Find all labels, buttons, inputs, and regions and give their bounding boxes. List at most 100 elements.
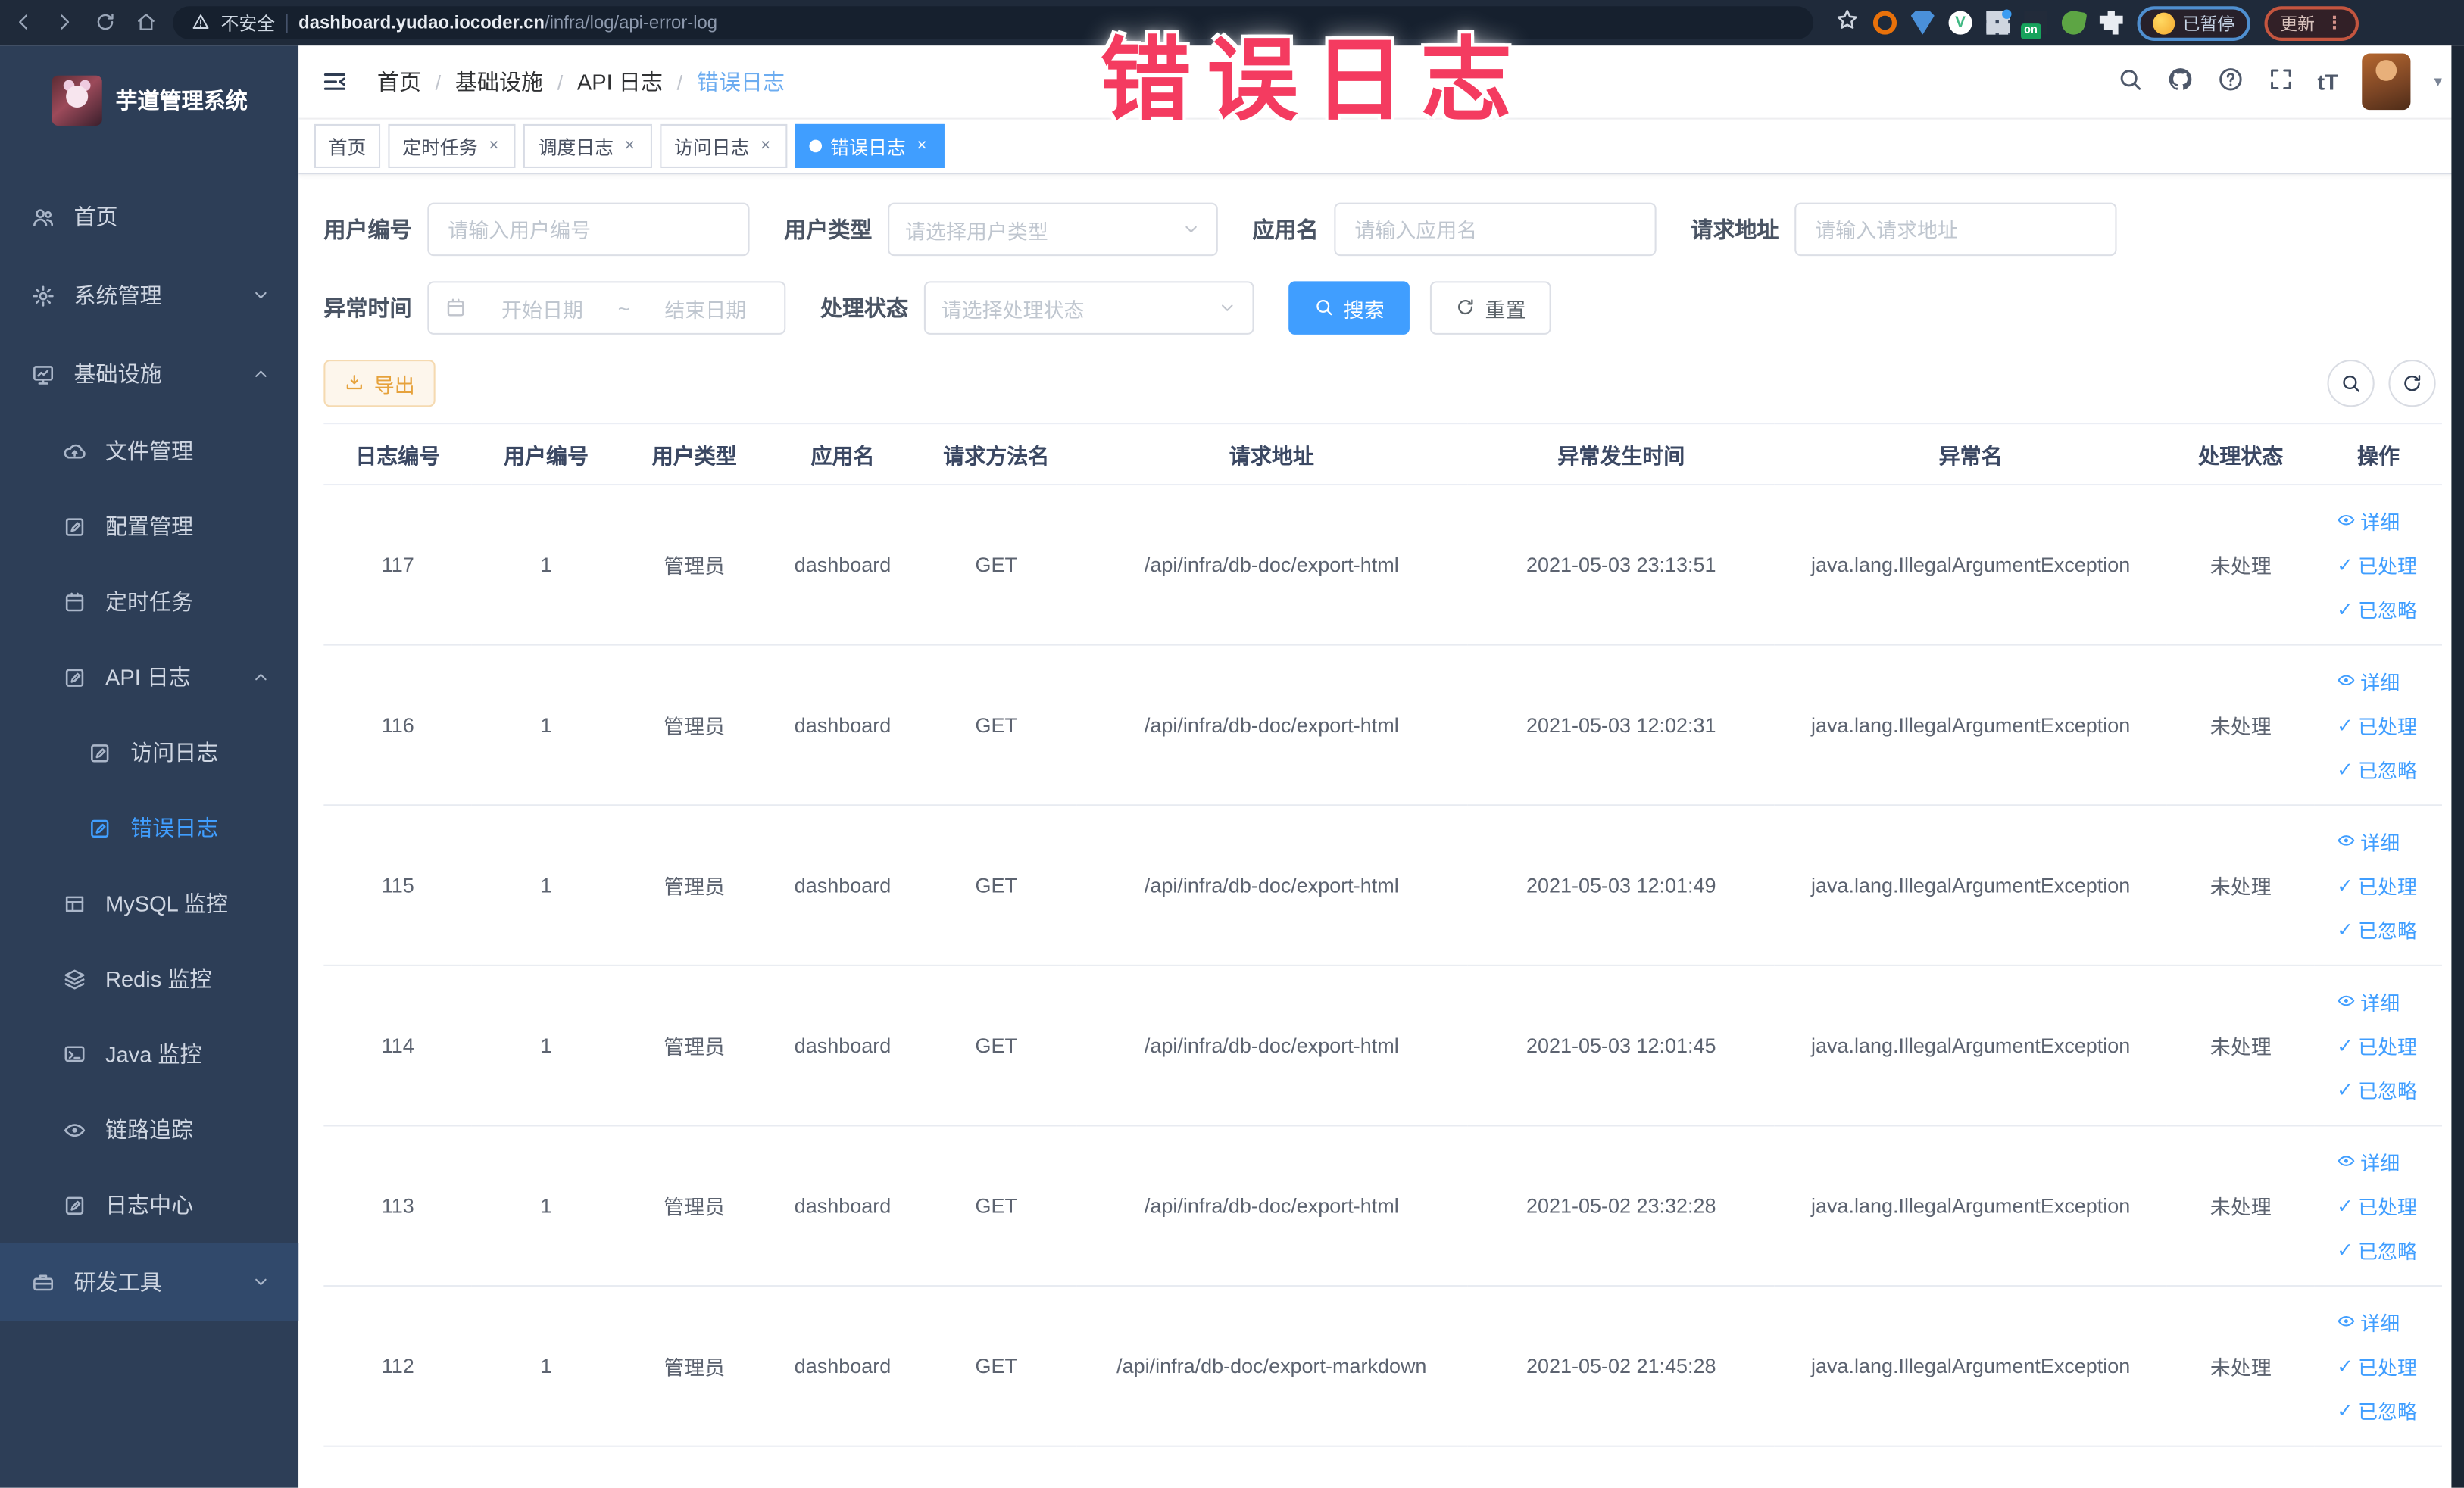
sidebar-item-infrastructure[interactable]: 基础设施 [0, 335, 298, 413]
sidebar-item-log-center[interactable]: 日志中心 [0, 1167, 298, 1243]
hamburger-icon[interactable] [320, 67, 348, 95]
exception-time-range-picker[interactable]: 开始日期 ~ 结束日期 [427, 281, 786, 335]
browser-update-button[interactable]: 更新 ⋮ [2264, 5, 2359, 40]
browser-refresh-icon[interactable] [94, 11, 116, 35]
exception-time-label: 异常时间 [323, 295, 412, 321]
grid-extension-icon[interactable] [1986, 9, 2012, 35]
ignored-link[interactable]: ✓ 已忽略 [2337, 914, 2417, 944]
address-bar[interactable]: 不安全 dashboard.yudao.iocoder.cn/infra/log… [173, 6, 1814, 39]
close-icon[interactable]: × [621, 136, 638, 155]
browser-home-icon[interactable] [135, 11, 157, 35]
app-logo[interactable]: 芋道管理系统 [0, 45, 298, 146]
sidebar-item-scheduled-tasks[interactable]: 定时任务 [0, 564, 298, 640]
sidebar-item-java-monitor[interactable]: Java 监控 [0, 1016, 298, 1092]
eye-icon [2337, 1311, 2356, 1333]
reset-button[interactable]: 重置 [1429, 281, 1551, 335]
sidebar-item-error-log[interactable]: 错误日志 [0, 791, 298, 866]
github-icon[interactable] [2166, 66, 2193, 97]
cell-exception: java.lang.IllegalArgumentException [1774, 965, 2167, 1127]
table-row: 112 1 管理员 dashboard GET/api/infra/db-doc/exp… [323, 1286, 2442, 1447]
cell-status: 未处理 [2166, 1286, 2316, 1447]
detail-link[interactable]: 详细 [2337, 987, 2400, 1016]
tab-schedule-log[interactable]: 调度日志 × [523, 123, 652, 168]
tab-access-log[interactable]: 访问日志 × [660, 123, 789, 168]
breadcrumb-item[interactable]: 基础设施 [455, 66, 543, 97]
puzzle-extension-icon[interactable] [2099, 11, 2123, 35]
close-icon[interactable]: × [486, 136, 502, 155]
processed-link[interactable]: ✓ 已处理 [2337, 1191, 2417, 1221]
tab-scheduled-tasks[interactable]: 定时任务 × [388, 123, 517, 168]
search-icon[interactable] [2116, 66, 2143, 97]
app-name-input[interactable] [1334, 202, 1657, 257]
cell-exception: java.lang.IllegalArgumentException [1774, 805, 2167, 966]
sidebar-item-mysql-monitor[interactable]: MySQL 监控 [0, 866, 298, 941]
eye-icon [2337, 1151, 2356, 1173]
switch-on-extension-icon[interactable]: on [2020, 11, 2048, 39]
processed-link[interactable]: ✓ 已处理 [2337, 1351, 2417, 1380]
cell-id: 113 [323, 1125, 473, 1287]
sidebar-item-file-management[interactable]: 文件管理 [0, 413, 298, 489]
sidebar-item-access-log[interactable]: 访问日志 [0, 715, 298, 791]
sidebar-item-home[interactable]: 首页 [0, 177, 298, 256]
toggle-search-button[interactable] [2327, 360, 2375, 407]
user-type-select[interactable]: 请选择用户类型 [888, 202, 1218, 257]
green-leaf-extension-icon[interactable] [2060, 9, 2088, 37]
browser-back-icon[interactable] [13, 11, 35, 35]
chevron-down-icon [1218, 298, 1237, 317]
refresh-table-button[interactable] [2388, 360, 2436, 407]
ignored-link[interactable]: ✓ 已忽略 [2337, 754, 2417, 784]
chevron-down-icon[interactable]: ▾ [2434, 73, 2442, 90]
close-icon[interactable]: × [913, 136, 930, 155]
monitor-icon [31, 362, 56, 385]
cell-user-type: 管理员 [620, 1286, 769, 1447]
profile-paused-badge[interactable]: 已暂停 [2137, 5, 2250, 40]
tab-error-log[interactable]: 错误日志 × [795, 123, 945, 168]
cell-status: 未处理 [2166, 1125, 2316, 1287]
sidebar-item-dev-tools[interactable]: 研发工具 [0, 1243, 299, 1321]
vue-devtools-icon[interactable]: V [1948, 11, 1972, 35]
breadcrumb-item[interactable]: 首页 [377, 66, 421, 97]
detail-link[interactable]: 详细 [2337, 506, 2400, 535]
bookmark-star-icon[interactable] [1835, 8, 1859, 37]
content-area: 用户编号 用户类型 请选择用户类型 应用名 [298, 174, 2464, 1447]
page-scrollbar[interactable] [2451, 45, 2464, 1488]
ignored-link[interactable]: ✓ 已忽略 [2337, 1235, 2417, 1265]
table-header-row: 日志编号 用户编号 用户类型 应用名 请求方法名 请求地址 异常发生时间 异常名 处理状态 操作 [323, 423, 2442, 486]
processed-link[interactable]: ✓ 已处理 [2337, 1031, 2417, 1060]
sidebar-item-config-management[interactable]: 配置管理 [0, 488, 298, 564]
help-icon[interactable] [2217, 66, 2244, 97]
detail-link[interactable]: 详细 [2337, 1307, 2400, 1337]
browser-forward-icon[interactable] [54, 11, 76, 35]
ignored-link[interactable]: ✓ 已忽略 [2337, 594, 2417, 623]
processed-link[interactable]: ✓ 已处理 [2337, 870, 2417, 900]
table-row: 115 1 管理员 dashboard GET/api/infra/db-doc/exp… [323, 805, 2442, 966]
sidebar-item-system-management[interactable]: 系统管理 [0, 256, 298, 335]
close-icon[interactable]: × [757, 136, 774, 155]
processed-link[interactable]: ✓ 已处理 [2337, 710, 2417, 740]
sidebar-item-trace[interactable]: 链路追踪 [0, 1092, 298, 1168]
processed-link[interactable]: ✓ 已处理 [2337, 550, 2417, 579]
sidebar-item-redis-monitor[interactable]: Redis 监控 [0, 941, 298, 1017]
process-status-select[interactable]: 请选择处理状态 [923, 281, 1254, 335]
search-button[interactable]: 搜索 [1288, 281, 1410, 335]
detail-link[interactable]: 详细 [2337, 826, 2400, 856]
breadcrumb-item[interactable]: API 日志 [577, 66, 663, 97]
request-url-input[interactable] [1794, 202, 2117, 257]
detail-link[interactable]: 详细 [2337, 666, 2400, 696]
breadcrumb-item[interactable]: 错误日志 [697, 66, 785, 97]
export-button[interactable]: 导出 [323, 360, 436, 407]
schedule-icon [63, 590, 88, 613]
ignored-link[interactable]: ✓ 已忽略 [2337, 1395, 2417, 1424]
ignored-link[interactable]: ✓ 已忽略 [2337, 1075, 2417, 1104]
sidebar-item-api-log[interactable]: API 日志 [0, 639, 298, 715]
detail-link[interactable]: 详细 [2337, 1146, 2400, 1176]
user-id-input[interactable] [427, 202, 750, 257]
cell-method: GET [917, 1286, 1076, 1447]
blue-shield-extension-icon[interactable] [1910, 11, 1935, 35]
fullscreen-icon[interactable] [2267, 66, 2294, 97]
browser-menu-icon[interactable]: ⋮ [2325, 13, 2343, 33]
tab-home[interactable]: 首页 [314, 123, 381, 168]
text-size-icon[interactable]: tT [2318, 69, 2338, 94]
user-avatar[interactable] [2362, 53, 2411, 111]
orange-ring-extension-icon[interactable] [1872, 11, 1897, 35]
